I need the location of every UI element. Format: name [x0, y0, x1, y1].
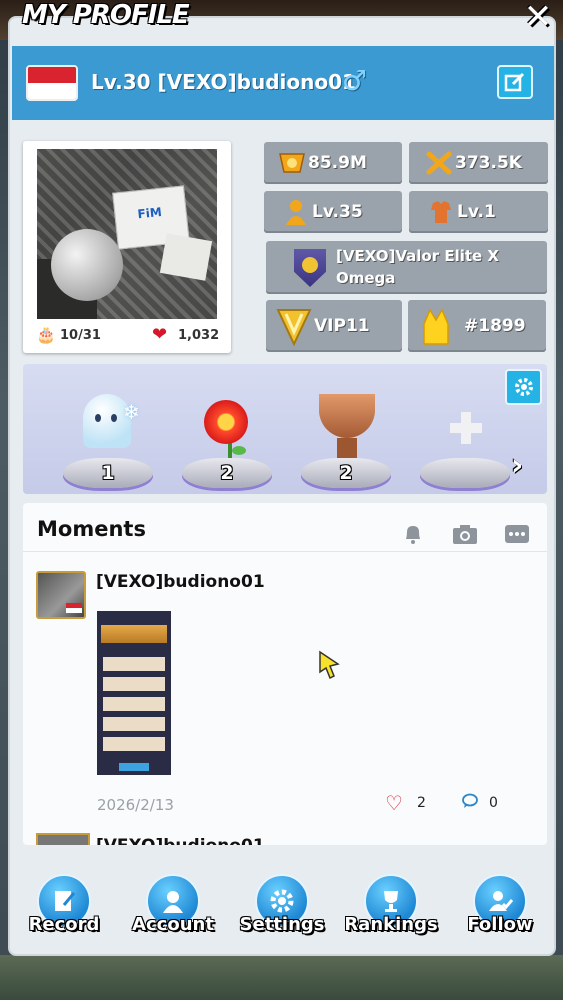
post-author[interactable]: [VEXO]budiono01 [96, 572, 265, 592]
power-icon [276, 148, 308, 178]
profile-photo[interactable]: FiM [37, 149, 217, 319]
avatar[interactable] [36, 833, 90, 845]
vip-stat[interactable]: VIP11 [266, 300, 402, 352]
bell-icon[interactable] [400, 523, 426, 545]
rankings-button[interactable]: Rankings [339, 872, 439, 942]
post-date: 2026/2/13 [97, 796, 174, 814]
follow-button[interactable]: Follow [448, 872, 548, 942]
settings-button[interactable]: Settings [230, 872, 330, 942]
account-button[interactable]: Account [121, 872, 221, 942]
armor-icon [425, 197, 457, 227]
guild-name: [VEXO]Valor Elite X Omega [336, 247, 499, 287]
more-options-icon[interactable] [504, 523, 530, 545]
flower-icon [204, 400, 248, 444]
close-button[interactable]: ✕ [518, 0, 558, 36]
level-stat[interactable]: Lv.35 [264, 191, 402, 233]
badge-count: 1 [101, 462, 115, 484]
male-gender-icon: ♂ [342, 64, 368, 97]
camera-icon[interactable] [452, 523, 478, 545]
guild-card[interactable]: [VEXO]Valor Elite X Omega [266, 241, 547, 294]
profile-photo-card[interactable]: FiM [23, 141, 231, 353]
page-title: MY PROFILE [22, 0, 190, 30]
moments-title: Moments [37, 517, 146, 541]
edit-profile-button[interactable] [497, 65, 533, 99]
badge-slot-ghost[interactable]: ❄ 1 [61, 372, 155, 488]
chevron-right-icon[interactable]: › [511, 451, 535, 482]
player-name: Lv.30 [VEXO]budiono01 [91, 70, 356, 94]
like-count: 1,032 [178, 328, 220, 343]
badge-settings-button[interactable] [505, 369, 542, 405]
power-stat[interactable]: 85.9M [264, 142, 402, 184]
kills-stat[interactable]: 373.5K [409, 142, 548, 184]
rank-stat[interactable]: #1899 [408, 300, 546, 352]
post-comment-count: 0 [489, 795, 498, 811]
cake-count: 10/31 [60, 328, 101, 343]
record-button[interactable]: Record [12, 872, 112, 942]
post-like-count: 2 [417, 795, 426, 811]
badge-slot-flower[interactable]: 2 [180, 372, 274, 488]
trophy-icon [319, 394, 375, 438]
crossed-swords-icon [423, 148, 455, 178]
heart-icon[interactable]: ❤ [152, 324, 167, 345]
gear-icon [514, 378, 533, 396]
post-author[interactable]: [VEXO]budiono01 [96, 833, 265, 845]
badge-count: 2 [339, 462, 353, 484]
cake-icon: 🎂 [36, 325, 56, 344]
mouse-cursor-icon [319, 650, 340, 680]
plus-icon [450, 412, 482, 444]
snowflake-icon: ❄ [123, 400, 140, 424]
rank-crown-icon [416, 304, 456, 348]
badge-count: 2 [220, 462, 234, 484]
avatar[interactable] [36, 571, 86, 619]
guild-shield-icon [294, 249, 326, 287]
person-icon [280, 197, 312, 227]
vip-badge-icon [274, 304, 314, 348]
comment-icon[interactable] [461, 793, 479, 813]
badge-slot-add[interactable] [418, 372, 512, 488]
post-image[interactable] [97, 611, 171, 775]
heart-outline-icon[interactable]: ♡ [385, 791, 403, 815]
moments-section: Moments [VEXO]budiono01 2026/2/13 ♡ 2 0 … [23, 503, 547, 845]
indonesia-flag-icon [26, 65, 78, 101]
bottom-background-strip [0, 955, 563, 1000]
edit-icon [504, 72, 525, 92]
item-level-stat[interactable]: Lv.1 [409, 191, 548, 233]
badge-slot-trophy[interactable]: 2 [299, 372, 393, 488]
achievement-showcase: ❄ 1 2 2 [23, 364, 547, 494]
